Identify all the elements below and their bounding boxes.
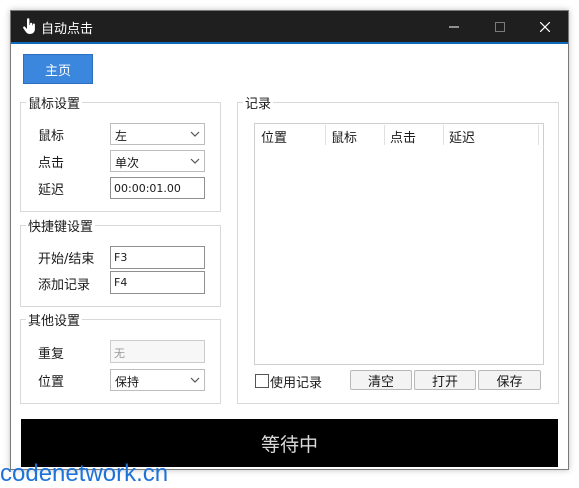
use-records-checkbox[interactable] [255,374,269,388]
click-type-label: 点击 [38,156,65,171]
hand-pointer-icon [23,18,35,34]
window-title: 自动点击 [41,22,94,37]
mouse-button-select[interactable]: 左 [110,123,205,145]
start-stop-hotkey-input[interactable]: F3 [110,246,205,269]
click-type-value: 单次 [115,156,140,170]
position-label: 位置 [38,375,65,390]
watermark: codenetwork.cn [0,460,169,487]
column-header-position[interactable]: 位置 [256,125,326,146]
delay-value: 00:00:01.00 [114,182,181,195]
use-records-label: 使用记录 [270,376,323,391]
open-button[interactable]: 打开 [414,370,476,390]
maximize-button[interactable] [477,11,523,42]
delay-input[interactable]: 00:00:01.00 [110,177,205,199]
chevron-down-icon [190,131,200,137]
repeat-value: 无 [114,347,125,360]
home-button[interactable]: 主页 [23,54,93,84]
start-stop-label: 开始/结束 [38,252,95,267]
hotkey-settings-title: 快捷键设置 [26,216,96,235]
column-header-click[interactable]: 点击 [385,125,444,146]
records-list[interactable]: 位置 鼠标 点击 延迟 [254,123,544,365]
chevron-down-icon [190,377,200,383]
add-record-hotkey-value: F4 [114,276,128,289]
start-stop-hotkey-value: F3 [114,251,128,264]
repeat-input[interactable]: 无 [110,340,205,363]
other-settings-title: 其他设置 [26,310,83,329]
position-value: 保持 [115,375,140,389]
close-button[interactable] [522,11,568,42]
mouse-settings-title: 鼠标设置 [26,93,83,112]
add-record-hotkey-input[interactable]: F4 [110,271,205,294]
maximize-icon [495,21,505,32]
mouse-button-label: 鼠标 [38,129,65,144]
column-header-mouse[interactable]: 鼠标 [326,125,385,146]
accent-line [11,42,568,44]
delay-label: 延迟 [38,183,65,198]
minimize-button[interactable] [431,11,477,42]
clear-button[interactable]: 清空 [350,370,412,390]
app-window: 自动点击 主页 鼠标设置 鼠标 左 点击 单次 延迟 00:00:01.00 快… [10,10,569,470]
mouse-button-value: 左 [115,129,128,143]
minimize-icon [449,26,459,27]
click-type-select[interactable]: 单次 [110,150,205,172]
title-bar[interactable]: 自动点击 [11,11,568,42]
records-title: 记录 [243,93,274,112]
chevron-down-icon [190,158,200,164]
close-icon [540,21,550,32]
position-select[interactable]: 保持 [110,369,205,391]
repeat-label: 重复 [38,347,65,362]
save-button[interactable]: 保存 [478,370,541,390]
add-record-label: 添加记录 [38,278,91,293]
column-header-delay[interactable]: 延迟 [444,125,539,146]
